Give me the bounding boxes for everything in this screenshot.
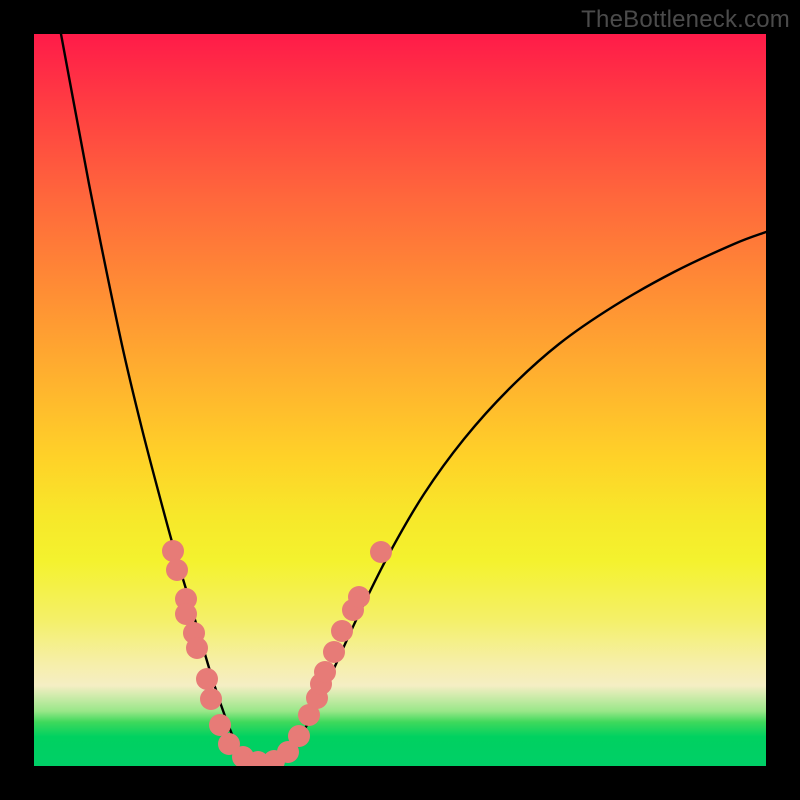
highlight-dot: [331, 620, 353, 642]
highlight-dot: [323, 641, 345, 663]
highlight-dot: [348, 586, 370, 608]
highlight-dot: [288, 725, 310, 747]
highlight-dot: [186, 637, 208, 659]
highlight-dot: [200, 688, 222, 710]
highlight-dot: [314, 661, 336, 683]
highlight-dot: [370, 541, 392, 563]
highlight-dot: [196, 668, 218, 690]
chart-frame: TheBottleneck.com: [0, 0, 800, 800]
chart-plot-area: [34, 34, 766, 766]
watermark-text: TheBottleneck.com: [581, 6, 790, 34]
bottleneck-curve: [34, 34, 766, 766]
highlight-dot: [166, 559, 188, 581]
